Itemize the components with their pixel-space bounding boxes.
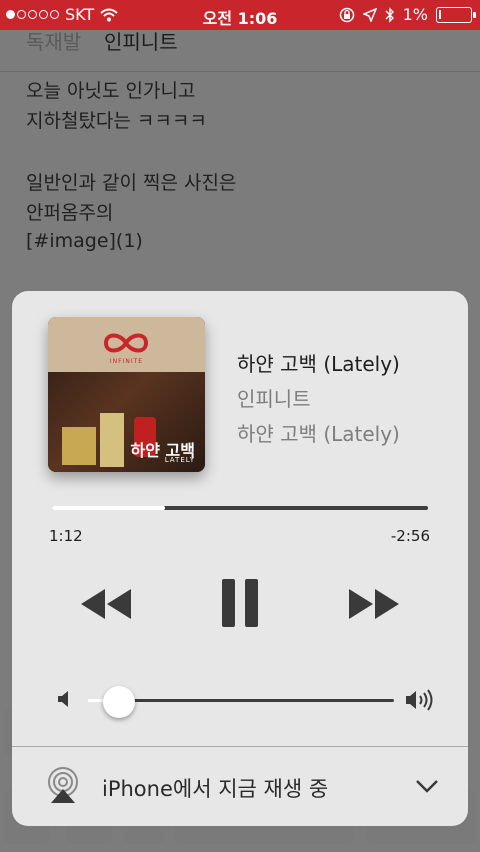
background-text-line: 오늘 아닛도 인가니고 xyxy=(26,80,196,102)
fast-forward-button[interactable] xyxy=(344,581,404,627)
playback-scrubber[interactable] xyxy=(52,506,428,510)
artist-name: 인피니트 xyxy=(237,387,311,411)
rewind-button[interactable] xyxy=(76,581,136,627)
pause-button[interactable] xyxy=(216,577,264,629)
airplay-icon xyxy=(48,767,78,803)
album-logo-text: INFINITE xyxy=(109,358,144,365)
location-icon xyxy=(362,7,377,22)
background-text-line: 일반인과 같이 찍은 사진은 xyxy=(26,172,237,194)
volume-slider-knob[interactable] xyxy=(102,686,135,718)
bluetooth-icon xyxy=(385,6,394,23)
airplay-output-label: iPhone에서 지금 재생 중 xyxy=(102,777,329,801)
playback-progress-fill xyxy=(52,506,165,510)
status-right: 1% xyxy=(339,5,476,24)
volume-min-icon xyxy=(58,691,68,707)
background-text-line: 지하철탔다는 ㅋㅋㅋㅋ xyxy=(26,110,207,132)
lock-rotation-icon xyxy=(339,7,354,22)
background-text-line: 안퍼옴주의 xyxy=(26,202,114,224)
background-tab: 인피니트 xyxy=(104,30,178,54)
battery-icon xyxy=(436,6,476,23)
album-name: 하얀 고백 (Lately) xyxy=(237,422,400,446)
background-tab: 독재발 xyxy=(26,30,82,54)
pause-icon xyxy=(222,579,258,627)
volume-max-icon xyxy=(406,689,433,711)
infinite-logo xyxy=(103,333,149,353)
remaining-time: -2:56 xyxy=(390,527,430,545)
chevron-down-icon xyxy=(416,780,438,793)
battery-percentage: 1% xyxy=(402,5,428,24)
now-playing-panel: INFINITE 하얀 고백 LATELY 하얀 고백 (Lately) 인피니… xyxy=(12,291,468,826)
rewind-icon xyxy=(81,589,131,619)
airplay-output-selector[interactable]: iPhone에서 지금 재생 중 xyxy=(12,747,468,826)
album-art: INFINITE 하얀 고백 LATELY xyxy=(48,317,205,472)
elapsed-time: 1:12 xyxy=(49,527,83,545)
album-art-subtitle: LATELY xyxy=(164,456,195,464)
song-title: 하얀 고백 (Lately) xyxy=(237,352,400,376)
background-header: 독재발 인피니트 xyxy=(0,30,480,72)
fast-forward-icon xyxy=(349,589,399,619)
background-text-line: [#image](1) xyxy=(26,230,143,252)
